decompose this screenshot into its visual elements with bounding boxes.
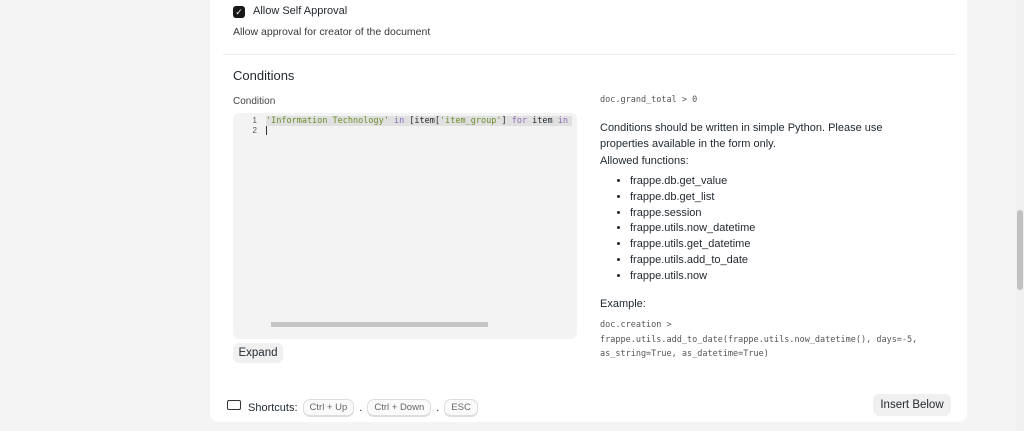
condition-placeholder: doc.grand_total > 0 xyxy=(600,95,698,105)
expand-button[interactable]: Expand xyxy=(233,343,283,363)
help-intro: Conditions should be written in simple P… xyxy=(600,122,883,150)
shortcuts-label: Shortcuts: xyxy=(248,402,298,414)
example-line: as_string=True, as_datetime=True) xyxy=(600,349,769,359)
code-token: [item[ xyxy=(409,116,441,126)
condition-label: Condition xyxy=(233,96,276,107)
code-token: 'item_group' xyxy=(440,116,502,126)
form-card: ✓ Allow Self Approval Allow approval for… xyxy=(210,0,967,422)
horizontal-scrollbar[interactable] xyxy=(271,322,488,327)
divider xyxy=(223,54,956,55)
code-token: in xyxy=(388,116,410,126)
allowed-functions-title: Allowed functions: xyxy=(600,155,689,167)
allowed-functions-list: frappe.db.get_value frappe.db.get_list f… xyxy=(610,174,755,285)
separator: . xyxy=(436,402,440,414)
insert-below-button[interactable]: Insert Below xyxy=(873,394,951,416)
function-item: frappe.db.get_value xyxy=(630,174,755,190)
code-token: item xyxy=(527,116,558,126)
example-code: doc.creation > frappe.utils.add_to_date(… xyxy=(600,318,917,362)
code-token: 'Information Technology' xyxy=(266,116,389,126)
function-item: frappe.utils.now_datetime xyxy=(630,221,755,237)
keyboard-icon xyxy=(227,400,241,410)
line-number: 1 xyxy=(252,116,257,125)
shortcut-key: Ctrl + Up xyxy=(302,399,355,417)
condition-code-editor[interactable]: 1 2 'Information Technology' in [item['i… xyxy=(233,113,577,339)
line-number: 2 xyxy=(252,126,257,135)
shortcut-key: ESC xyxy=(444,399,478,417)
function-item: frappe.utils.add_to_date xyxy=(630,253,755,269)
function-item: frappe.session xyxy=(630,206,755,222)
section-title: Conditions xyxy=(233,68,295,83)
example-line: doc.creation > xyxy=(600,320,672,330)
allow-self-approval-description: Allow approval for creator of the docume… xyxy=(233,26,431,38)
function-item: frappe.utils.now xyxy=(630,269,755,285)
code-token: in xyxy=(557,116,569,126)
text-cursor xyxy=(266,126,267,135)
allow-self-approval-checkbox[interactable]: ✓ xyxy=(233,6,245,18)
example-line: frappe.utils.add_to_date(frappe.utils.no… xyxy=(600,334,918,345)
function-item: frappe.db.get_list xyxy=(630,190,755,206)
line-numbers: 1 2 xyxy=(233,113,263,339)
allow-self-approval-label: Allow Self Approval xyxy=(253,5,348,17)
example-title: Example: xyxy=(600,298,646,310)
function-item: frappe.utils.get_datetime xyxy=(630,237,755,253)
code-content[interactable]: 'Information Technology' in [item['item_… xyxy=(266,116,573,135)
separator: . xyxy=(359,402,363,414)
shortcuts-bar: Shortcuts: Ctrl + Up . Ctrl + Down . ESC xyxy=(248,399,478,417)
page-scrollbar[interactable] xyxy=(1016,0,1024,431)
code-token: ] xyxy=(501,116,512,126)
scrollbar-thumb[interactable] xyxy=(1017,210,1023,290)
code-token: for xyxy=(511,116,528,126)
shortcut-key: Ctrl + Down xyxy=(367,399,432,417)
